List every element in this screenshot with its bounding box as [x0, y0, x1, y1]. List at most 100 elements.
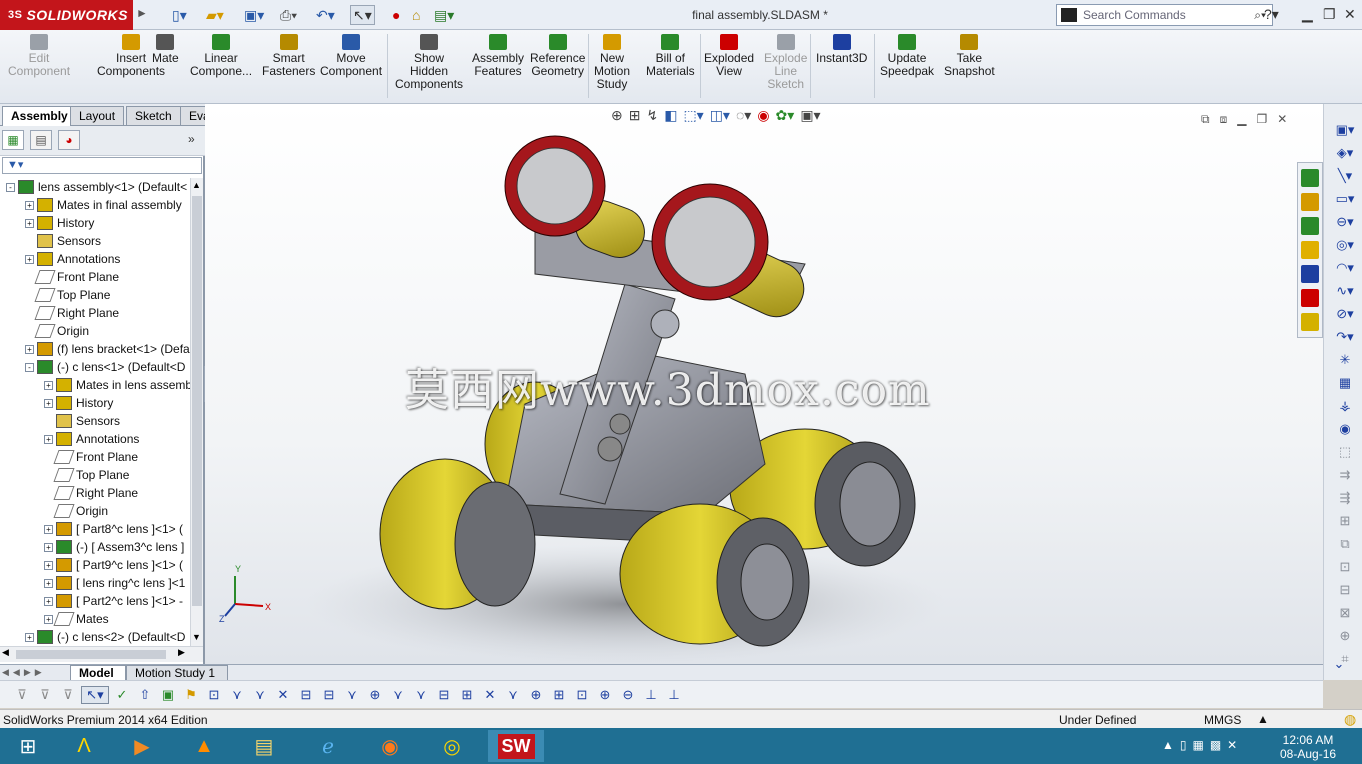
ribbon-button-8[interactable]: Reference Geometry — [530, 34, 585, 78]
trim-icon[interactable]: ⬚ — [1330, 444, 1360, 460]
tree-vertical-scrollbar[interactable]: ▲ ▼ — [190, 178, 203, 646]
quick-snaps-icon[interactable]: ⊠ — [1330, 605, 1360, 621]
filter-tool-icon-2[interactable]: ⊽ — [58, 687, 78, 703]
firefox-icon[interactable]: ◉ — [362, 730, 418, 762]
solidworks-taskbar-icon[interactable]: SW — [488, 730, 544, 762]
filter-tool-icon-10[interactable]: ⋎ — [250, 687, 270, 703]
select-icon[interactable]: ↖▾ — [350, 5, 375, 25]
restore-button[interactable]: ❐ — [1323, 6, 1336, 23]
bottom-tab-0[interactable]: Model — [70, 665, 126, 681]
expand-icon[interactable]: + — [25, 254, 34, 264]
filter-tool-icon-4[interactable]: ✓ — [112, 687, 132, 703]
tab-scroll-icon[interactable]: ◀◀▶▶ — [2, 667, 46, 678]
sketch-icon[interactable]: ▣▾ — [1330, 122, 1360, 138]
help-icon[interactable]: ?▾ — [1264, 6, 1279, 23]
tree-item[interactable]: + (-) [ Assem3^c lens ] — [0, 538, 190, 556]
resources-icon[interactable] — [1301, 169, 1319, 187]
filter-tool-icon-0[interactable]: ⊽ — [12, 687, 32, 703]
property-manager-tab-icon[interactable]: ▤ — [30, 130, 52, 150]
mirror-icon[interactable]: ⇶ — [1330, 490, 1360, 506]
file-explorer-pane-icon[interactable] — [1301, 217, 1319, 235]
vlc-icon[interactable]: ▲ — [176, 730, 232, 762]
slot-icon[interactable]: ⊖▾ — [1330, 214, 1360, 230]
ribbon-button-9[interactable]: New Motion Study — [594, 34, 630, 91]
repair-icon[interactable]: ⊟ — [1330, 582, 1360, 598]
tree-item[interactable]: Origin — [0, 502, 190, 520]
filter-tool-icon-12[interactable]: ⊟ — [296, 687, 316, 703]
filter-tool-icon-25[interactable]: ⊕ — [595, 687, 615, 703]
smart-dimension-icon[interactable]: ◈▾ — [1330, 145, 1360, 161]
ribbon-button-10[interactable]: Bill of Materials — [646, 34, 695, 78]
filter-tool-icon-22[interactable]: ⊕ — [526, 687, 546, 703]
filter-tool-icon-15[interactable]: ⊕ — [365, 687, 385, 703]
plane-sketch-icon[interactable]: ◉ — [1330, 421, 1360, 437]
tree-item[interactable]: Origin — [0, 322, 190, 340]
collapse-icon[interactable]: - — [6, 182, 15, 192]
units-arrow-icon[interactable]: ▲ — [1257, 712, 1269, 726]
expand-icon[interactable]: + — [44, 380, 53, 390]
filter-tool-icon-1[interactable]: ⊽ — [35, 687, 55, 703]
design-library-icon[interactable] — [1301, 193, 1319, 211]
tree-item[interactable]: Top Plane — [0, 466, 190, 484]
spline-icon[interactable]: ∿▾ — [1330, 283, 1360, 299]
graphics-area[interactable]: ⊕ ⊞ ↯ ◧ ⬚▾ ◫▾ ◌▾ ◉ ✿▾ ▣▾ ⧉ ⧈ ▁ ❐ ✕ Y X Z… — [205, 104, 1323, 664]
save-icon[interactable]: ▣▾ — [244, 5, 264, 25]
move-entities-icon[interactable]: ⧉ — [1330, 536, 1360, 552]
expand-icon[interactable]: + — [44, 614, 53, 624]
tree-item[interactable]: Right Plane — [0, 484, 190, 502]
rectangle-icon[interactable]: ▭▾ — [1330, 191, 1360, 207]
tree-item[interactable]: + (-) c lens<2> (Default<D — [0, 628, 190, 646]
appearances-icon[interactable] — [1301, 265, 1319, 283]
scroll-down-icon[interactable]: ▼ — [192, 632, 201, 642]
display-manager-tab-icon[interactable]: ◕ — [58, 130, 80, 150]
line-icon[interactable]: ╲▾ — [1330, 168, 1360, 184]
expand-icon[interactable]: + — [44, 596, 53, 606]
filter-tool-icon-21[interactable]: ⋎ — [503, 687, 523, 703]
tree-item[interactable]: Right Plane — [0, 304, 190, 322]
expand-chevron-icon[interactable]: » — [188, 132, 195, 146]
filter-tool-icon-23[interactable]: ⊞ — [549, 687, 569, 703]
offset-icon[interactable]: ⇉ — [1330, 467, 1360, 483]
tray-icons[interactable]: ▲▯▦▩✕ — [1162, 738, 1243, 752]
menu-pin-icon[interactable]: ► — [136, 6, 148, 20]
filter-tool-icon-17[interactable]: ⋎ — [411, 687, 431, 703]
internet-explorer-icon[interactable]: ℯ — [300, 730, 356, 762]
undo-icon[interactable]: ↶▾ — [316, 5, 335, 25]
filter-tool-icon-27[interactable]: ⊥ — [641, 687, 661, 703]
tree-item[interactable]: Top Plane — [0, 286, 190, 304]
tree-item[interactable]: + Mates in lens assemb — [0, 376, 190, 394]
expand-icon[interactable]: + — [44, 578, 53, 588]
filter-tool-icon-6[interactable]: ▣ — [158, 687, 178, 703]
unit-system[interactable]: MMGS — [1204, 713, 1241, 727]
ellipse-icon[interactable]: ⊘▾ — [1330, 306, 1360, 322]
new-doc-icon[interactable]: ▯▾ — [172, 5, 187, 25]
rebuild-icon[interactable]: ● — [392, 5, 400, 25]
tree-item[interactable]: Sensors — [0, 412, 190, 430]
tree-item[interactable]: + Mates in final assembly — [0, 196, 190, 214]
open-doc-icon[interactable]: ▰▾ — [206, 5, 224, 25]
bottom-tab-1[interactable]: Motion Study 1 — [126, 665, 228, 681]
options-icon[interactable]: ▤▾ — [434, 5, 454, 25]
collapse-icon[interactable]: - — [25, 362, 34, 372]
custom-props-icon[interactable] — [1301, 289, 1319, 307]
scroll-up-icon[interactable]: ▲ — [192, 180, 201, 190]
filter-tool-icon-7[interactable]: ⚑ — [181, 687, 201, 703]
solidworks-logo[interactable]: 3S SOLIDWORKS — [0, 0, 133, 30]
ribbon-button-5[interactable]: Move Component — [320, 34, 382, 78]
tree-filter-icon[interactable]: ▼▾ — [2, 157, 202, 174]
expand-icon[interactable]: + — [44, 398, 53, 408]
ribbon-button-7[interactable]: Assembly Features — [472, 34, 524, 78]
scroll-thumb[interactable] — [192, 196, 202, 606]
notes-icon[interactable] — [1301, 313, 1319, 331]
close-button[interactable]: ✕ — [1344, 6, 1356, 23]
filter-tool-icon-3[interactable]: ↖▾ — [81, 685, 109, 704]
filter-tool-icon-13[interactable]: ⊟ — [319, 687, 339, 703]
ribbon-button-14[interactable]: Update Speedpak — [880, 34, 934, 78]
expand-icon[interactable]: + — [25, 218, 34, 228]
expand-icon[interactable]: + — [44, 560, 53, 570]
ribbon-button-2[interactable]: Mate — [152, 34, 179, 65]
scroll-left-icon[interactable]: ◀ — [2, 647, 9, 658]
circle-icon[interactable]: ◎▾ — [1330, 237, 1360, 253]
filter-tool-icon-9[interactable]: ⋎ — [227, 687, 247, 703]
start-icon[interactable]: ⊞ — [0, 730, 56, 762]
